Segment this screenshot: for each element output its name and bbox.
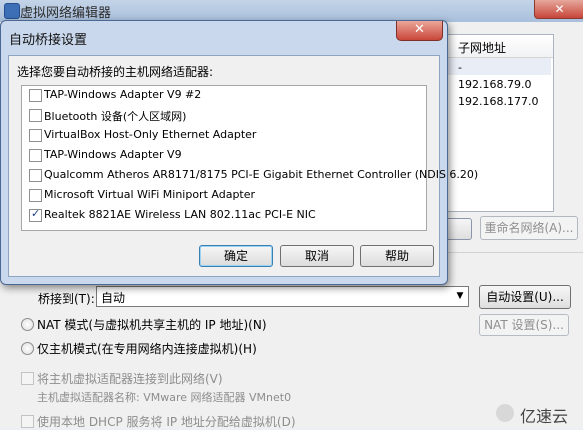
bridge-to-select[interactable]: 自动 ▼ [96, 286, 469, 307]
adapter-label[interactable]: TAP-Windows Adapter V9 [44, 148, 182, 161]
nat-mode-label[interactable]: NAT 模式(与虚拟机共享主机的 IP 地址)(N) [37, 316, 267, 333]
list-item[interactable]: VirtualBox Host-Only Ethernet Adapter [22, 126, 426, 146]
ok-button[interactable]: 确定 [199, 245, 273, 267]
adapter-checkbox[interactable] [29, 89, 42, 102]
dhcp-checkbox[interactable] [21, 415, 34, 428]
checkmark-icon[interactable] [29, 207, 42, 222]
connect-adapter-checkbox[interactable] [21, 372, 34, 385]
rename-network-button[interactable]: 重命名网络(A)... [480, 216, 578, 240]
dhcp-label: 使用本地 DHCP 服务将 IP 地址分配给虚拟机(D) [37, 415, 296, 429]
adapter-label[interactable]: Qualcomm Atheros AR8171/8175 PCI-E Gigab… [44, 168, 478, 181]
list-item[interactable]: Bluetooth 设备(个人区域网) [22, 106, 426, 126]
cancel-button[interactable]: 取消 [280, 245, 354, 267]
nat-settings-button[interactable]: NAT 设置(S)... [479, 314, 569, 336]
dialog-client-area: 选择您要自动桥接的主机网络适配器: TAP-Windows Adapter V9… [8, 55, 478, 277]
auto-bridge-settings-dialog: 自动桥接设置 ✕ 选择您要自动桥接的主机网络适配器: TAP-Windows A… [0, 20, 478, 285]
chevron-down-icon[interactable]: ▼ [452, 287, 468, 306]
host-only-radio[interactable] [21, 342, 34, 355]
adapter-checkbox[interactable] [29, 169, 42, 182]
table-cell-subnet[interactable]: 192.168.177.0 [458, 95, 538, 108]
parent-close-button[interactable]: ✕ [534, 0, 583, 19]
dialog-title: 自动桥接设置 [9, 33, 88, 48]
watermark: 亿速云 [496, 402, 580, 426]
adapter-label[interactable]: VirtualBox Host-Only Ethernet Adapter [44, 128, 256, 141]
list-item[interactable]: TAP-Windows Adapter V9 [22, 146, 426, 166]
adapter-checkbox[interactable] [29, 129, 42, 142]
adapter-prompt: 选择您要自动桥接的主机网络适配器: [17, 65, 214, 79]
network-editor-icon [4, 3, 20, 19]
list-item[interactable]: Microsoft Virtual WiFi Miniport Adapter [22, 186, 426, 206]
help-button[interactable]: 帮助 [360, 245, 434, 267]
nat-mode-radio[interactable] [21, 318, 34, 331]
adapter-checkbox[interactable] [29, 109, 42, 122]
table-cell-subnet[interactable]: 192.168.79.0 [458, 78, 531, 91]
adapter-label[interactable]: Realtek 8821AE Wireless LAN 802.11ac PCI… [44, 208, 316, 221]
list-item[interactable]: Realtek 8821AE Wireless LAN 802.11ac PCI… [22, 206, 426, 226]
host-only-label[interactable]: 仅主机模式(在专用网络内连接虚拟机)(H) [37, 340, 257, 357]
parent-titlebar: 虚拟网络编辑器 ✕ [0, 0, 583, 22]
parent-window-title: 虚拟网络编辑器 [20, 6, 112, 21]
adapter-name-label: 主机虚拟适配器名称: VMware 网络适配器 VMnet0 [37, 391, 292, 404]
adapter-label[interactable]: Microsoft Virtual WiFi Miniport Adapter [44, 188, 255, 201]
watermark-logo-icon [496, 404, 514, 422]
bridge-to-label: 桥接到(T): [38, 292, 95, 306]
list-item[interactable]: TAP-Windows Adapter V9 #2 [22, 86, 426, 106]
watermark-text: 亿速云 [520, 407, 569, 426]
bridge-to-value: 自动 [101, 291, 126, 305]
adapter-checkbox[interactable] [29, 189, 42, 202]
auto-settings-button[interactable]: 自动设置(U)... [479, 285, 571, 309]
adapter-label[interactable]: Bluetooth 设备(个人区域网) [44, 108, 186, 124]
adapter-label[interactable]: TAP-Windows Adapter V9 #2 [44, 88, 201, 101]
list-item[interactable]: Qualcomm Atheros AR8171/8175 PCI-E Gigab… [22, 166, 478, 186]
adapter-list: TAP-Windows Adapter V9 #2 Bluetooth 设备(个… [21, 85, 478, 231]
adapter-checkbox[interactable] [29, 149, 42, 162]
subnet-column-header[interactable]: 子网地址 [458, 39, 506, 56]
table-cell-subnet[interactable]: - [458, 61, 462, 74]
close-icon[interactable]: ✕ [396, 21, 443, 41]
connect-adapter-label: 将主机虚拟适配器连接到此网络(V) [37, 372, 223, 386]
